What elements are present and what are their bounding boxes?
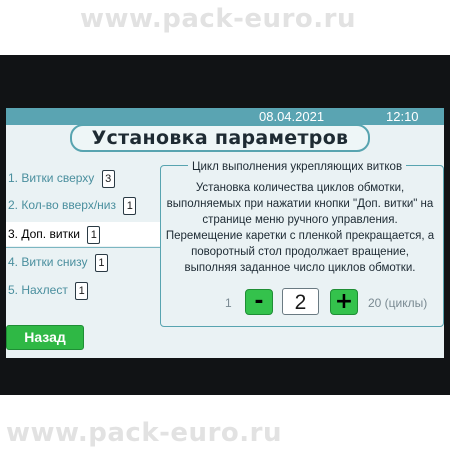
cycle-count-value[interactable]: 2	[282, 288, 319, 315]
header-date: 08.04.2021	[259, 109, 325, 124]
param-label: 2. Кол-во вверх/низ	[8, 198, 116, 212]
header-time: 12:10	[386, 109, 419, 124]
param-value: 1	[123, 196, 137, 215]
increment-button[interactable]: +	[330, 289, 358, 315]
parameter-list: 1. Витки сверху 3 2. Кол-во вверх/низ 1 …	[6, 158, 160, 318]
info-panel-title: Цикл выполнения укрепляющих витков	[188, 161, 407, 173]
info-description: Установка количества циклов обмотки, вып…	[165, 182, 435, 274]
param-label: 4. Витки снизу	[8, 255, 88, 269]
param-item-extra-wraps[interactable]: 3. Доп. витки 1	[6, 222, 160, 246]
back-button[interactable]: Назад	[6, 325, 84, 350]
param-value: 1	[87, 225, 101, 244]
param-item-up-down-count[interactable]: 2. Кол-во вверх/низ 1	[8, 193, 137, 217]
watermark-top: www.pack-euro.ru	[80, 4, 356, 34]
divider	[6, 247, 160, 248]
watermark-bottom: www.pack-euro.ru	[6, 418, 282, 448]
param-item-top-wraps[interactable]: 1. Витки сверху 3	[8, 166, 115, 190]
page-title: Установка параметров	[70, 124, 370, 152]
param-item-overlap[interactable]: 5. Нахлест 1	[8, 278, 89, 302]
stepper-max-label: 20 (циклы)	[368, 296, 428, 310]
decrement-button[interactable]: -	[245, 289, 273, 315]
param-value: 1	[94, 253, 108, 272]
param-label: 1. Витки сверху	[8, 171, 95, 185]
param-item-bottom-wraps[interactable]: 4. Витки снизу 1	[8, 250, 108, 274]
param-value: 3	[101, 169, 115, 188]
param-label: 5. Нахлест	[8, 283, 68, 297]
param-value: 1	[75, 281, 89, 300]
stepper-min-label: 1	[225, 296, 232, 310]
param-label: 3. Доп. витки	[8, 227, 80, 241]
status-header	[6, 108, 444, 125]
